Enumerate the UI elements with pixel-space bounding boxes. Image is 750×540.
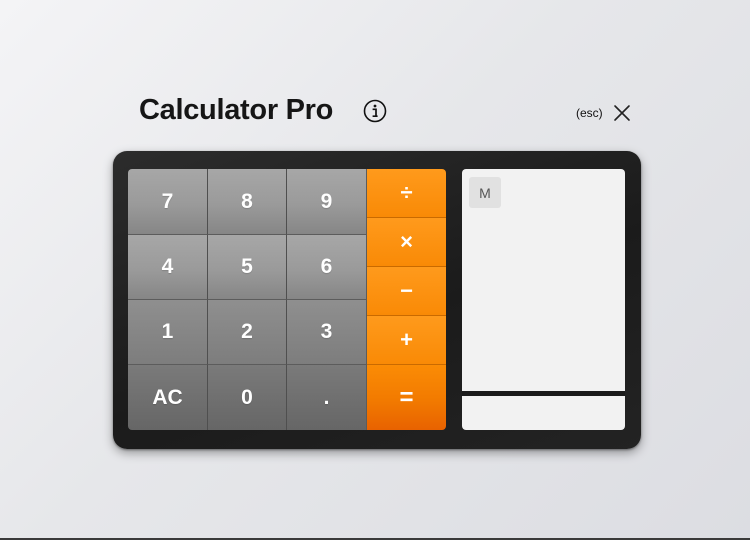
calculator-body: 7 8 9 4 5 6 1 2 3 AC 0 . ÷ × − + = M: [113, 151, 641, 449]
result-display: [462, 396, 625, 430]
key-divide[interactable]: ÷: [367, 169, 446, 218]
key-4[interactable]: 4: [128, 235, 208, 300]
key-add[interactable]: +: [367, 316, 446, 365]
app-title: Calculator Pro: [139, 94, 334, 126]
esc-hint: (esc): [576, 106, 603, 120]
key-multiply[interactable]: ×: [367, 218, 446, 267]
history-tape: M: [462, 169, 625, 391]
key-0[interactable]: 0: [208, 365, 287, 430]
key-1[interactable]: 1: [128, 300, 208, 365]
memory-button[interactable]: M: [469, 177, 501, 208]
key-7[interactable]: 7: [128, 169, 208, 235]
key-9[interactable]: 9: [287, 169, 367, 235]
key-5[interactable]: 5: [208, 235, 287, 300]
keypad: 7 8 9 4 5 6 1 2 3 AC 0 . ÷ × − + =: [128, 169, 446, 430]
display-panel: M: [462, 169, 625, 430]
operator-keys: ÷ × − + =: [367, 169, 446, 430]
key-subtract[interactable]: −: [367, 267, 446, 316]
key-8[interactable]: 8: [208, 169, 287, 235]
key-2[interactable]: 2: [208, 300, 287, 365]
key-3[interactable]: 3: [287, 300, 367, 365]
key-6[interactable]: 6: [287, 235, 367, 300]
key-equals[interactable]: =: [367, 365, 446, 430]
info-icon[interactable]: [363, 99, 387, 123]
close-icon[interactable]: [612, 103, 632, 123]
digit-keys: 7 8 9 4 5 6 1 2 3 AC 0 .: [128, 169, 367, 430]
key-decimal[interactable]: .: [287, 365, 367, 430]
key-all-clear[interactable]: AC: [128, 365, 208, 430]
